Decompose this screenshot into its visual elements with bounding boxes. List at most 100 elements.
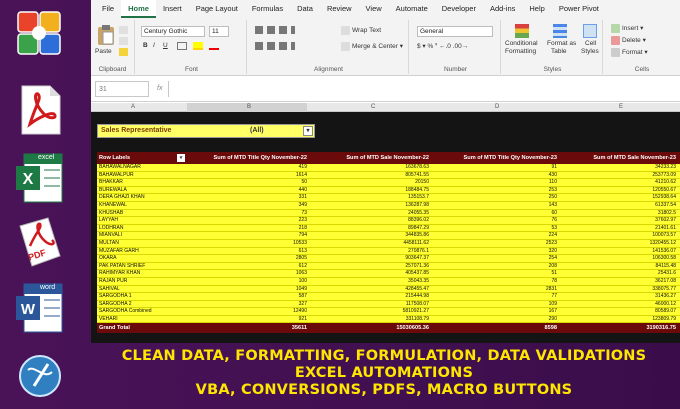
wrap-text-button[interactable]: Wrap Text: [341, 26, 381, 35]
ribbon-tab-power-pivot[interactable]: Power Pivot: [552, 0, 606, 18]
ribbon-tab-view[interactable]: View: [359, 0, 389, 18]
font-size-select[interactable]: 11: [209, 26, 229, 37]
font-color-icon[interactable]: [209, 42, 219, 50]
horizontal-align-icons[interactable]: [255, 42, 295, 50]
formula-input[interactable]: [168, 80, 680, 97]
fx-icon[interactable]: fx: [157, 85, 162, 92]
column-header-d[interactable]: D: [495, 104, 499, 110]
banner-line-1: CLEAN DATA, FORMATTING, FORMULATION, DAT…: [121, 348, 647, 364]
delete-label: Delete: [622, 37, 641, 45]
pivot-row[interactable]: DERA GHAZI KHAN 331 135153.7 250 152938.64: [97, 194, 680, 202]
ribbon-tab-add-ins[interactable]: Add-ins: [483, 0, 522, 18]
name-box[interactable]: 31: [95, 80, 149, 97]
pivot-row[interactable]: RAJAN PUR 100 35043.35 78 36217.08: [97, 277, 680, 286]
paste-icon[interactable]: [97, 24, 115, 46]
format-as-table-button[interactable]: Format as: [547, 40, 576, 47]
column-header-a[interactable]: A: [131, 104, 135, 110]
row-label: BUREWALA: [99, 186, 127, 193]
row-label: KHUSHAB: [99, 209, 124, 216]
borders-icon[interactable]: [177, 42, 187, 50]
cell-styles-button-line2[interactable]: Styles: [581, 48, 599, 55]
italic-button[interactable]: I: [153, 42, 155, 49]
pivot-row[interactable]: BAHAWALPUR 1614 805741.55 430 253773.09: [97, 171, 680, 180]
ribbon-tab-data[interactable]: Data: [290, 0, 320, 18]
grand-total-row[interactable]: Grand Total 35611 15030605.36 8598 3190316.7…: [97, 323, 680, 334]
ribbon-tab-review[interactable]: Review: [320, 0, 359, 18]
format-as-table-button-line2[interactable]: Table: [551, 48, 567, 55]
cut-icon[interactable]: [119, 26, 128, 34]
format-as-table-icon[interactable]: [553, 24, 567, 38]
value-cell: 35611: [291, 325, 307, 332]
pivot-row[interactable]: SARGODHA 2 327 117508.07 109 46000.12: [97, 300, 680, 309]
copy-icon[interactable]: [119, 37, 128, 45]
ribbon-tab-developer[interactable]: Developer: [435, 0, 483, 18]
pivot-row[interactable]: PAK PATAN SHRIEF 612 257071.36 208 84115.48: [97, 262, 680, 271]
conditional-formatting-button-line2[interactable]: Formatting: [505, 48, 536, 55]
ribbon-tab-page-layout[interactable]: Page Layout: [189, 0, 245, 18]
format-button[interactable]: Format ▾: [611, 48, 648, 57]
alignment-label: Alignment: [314, 66, 343, 73]
ribbon-tab-home[interactable]: Home: [121, 0, 156, 18]
pivot-row[interactable]: LODHRAN 218 89847.29 53 21401.61: [97, 224, 680, 233]
value-cell: 21401.61: [655, 224, 676, 231]
value-cell: 331108.79: [405, 315, 429, 322]
ribbon-tab-file[interactable]: File: [95, 0, 121, 18]
underline-button[interactable]: U: [163, 42, 168, 49]
value-cell: 344835.86: [405, 232, 429, 239]
pivot-row[interactable]: BHAKKAR 50 20150 110 41210.62: [97, 179, 680, 187]
report-filter[interactable]: Sales Representative (All) ▾: [97, 124, 315, 138]
value-cell: 36217.08: [655, 277, 676, 284]
pivot-row[interactable]: SARGODHA 1 587 215444.98 77 31436.27: [97, 293, 680, 301]
vertical-align-icons[interactable]: [255, 26, 295, 34]
value-cell: 254: [548, 255, 557, 262]
value-cell: 224: [548, 232, 557, 239]
format-painter-icon[interactable]: [119, 48, 128, 56]
cell-styles-button[interactable]: Cell: [585, 40, 596, 47]
pivot-row[interactable]: RAHIMYAR KHAN 1063 405437.85 51 25431.6: [97, 270, 680, 278]
merge-center-button[interactable]: Merge & Center ▾: [341, 42, 403, 51]
pivot-row[interactable]: MIANVALI 794 344835.86 224 100073.57: [97, 232, 680, 240]
pivot-row[interactable]: OKARA 2805 903647.37 254 106300.58: [97, 255, 680, 263]
value-cell: 2805: [295, 255, 307, 262]
pivot-row[interactable]: VEHARI 921 331108.79 290 123809.79: [97, 315, 680, 324]
cell-styles-icon[interactable]: [583, 24, 597, 38]
row-labels-filter-icon[interactable]: ▾: [177, 154, 185, 162]
ribbon-tab-insert[interactable]: Insert: [156, 0, 189, 18]
column-header-e[interactable]: E: [619, 104, 623, 110]
pivot-header-row[interactable]: Row Labels Sum of MTD Title Qty November-…: [97, 152, 680, 164]
pivot-row[interactable]: KHANEWAL 349 136287.98 143 61337.54: [97, 201, 680, 210]
column-header-c[interactable]: C: [371, 104, 375, 110]
conditional-formatting-icon[interactable]: [515, 24, 529, 38]
font-family-select[interactable]: Century Gothic: [141, 26, 205, 37]
value-cell: 109: [548, 300, 557, 307]
pivot-row[interactable]: MULTAN 10533 4458111.62 2523 1320455.12: [97, 239, 680, 248]
ribbon-tab-help[interactable]: Help: [522, 0, 551, 18]
bold-button[interactable]: B: [143, 42, 148, 49]
excel-window: File Home Insert Page Layout Formulas Data Rev…: [91, 0, 680, 343]
pivot-row[interactable]: KHUSHAB 73 24055.35 60 31802.5: [97, 209, 680, 218]
pivot-row[interactable]: LAYYAH 223 88396.02 76 37602.97: [97, 217, 680, 225]
insert-button[interactable]: Insert ▾: [611, 24, 643, 33]
number-format-icons[interactable]: $ ▾ % ❜ ←.0 .00→: [417, 42, 468, 50]
value-cell: 430: [548, 171, 557, 178]
ribbon-tab-formulas[interactable]: Formulas: [245, 0, 290, 18]
pivot-row[interactable]: SARGODHA Combined 12490 5810921.27 167 80589…: [97, 308, 680, 316]
ribbon-tabs: File Home Insert Page Layout Formulas Data Rev…: [91, 0, 680, 18]
value-cell: 143: [548, 201, 557, 208]
paste-button[interactable]: Paste: [95, 48, 112, 55]
pivot-row[interactable]: MUZAFAR GARH 613 270876.1 320 141536.07: [97, 247, 680, 256]
delete-button[interactable]: Delete ▾: [611, 36, 646, 45]
number-format-select[interactable]: General: [417, 26, 493, 37]
globe-icon: [19, 355, 61, 397]
filter-dropdown-icon[interactable]: ▾: [303, 126, 313, 136]
banner-line-3: VBA, CONVERSIONS, PDFS, MACRO BUTTONS: [195, 382, 573, 398]
value-cell: 290: [548, 315, 557, 322]
fill-color-icon[interactable]: [193, 42, 203, 50]
pivot-row[interactable]: BAHAWALNAGAR 419 163678.63 91 34233.23: [97, 164, 680, 172]
pivot-row[interactable]: BUREWALA 440 188484.75 253 120550.67: [97, 186, 680, 195]
ribbon-tab-automate[interactable]: Automate: [389, 0, 435, 18]
pivot-row[interactable]: SAHIVAL 1049 428455.47 2831 338075.77: [97, 285, 680, 294]
ribbon: Paste Clipboard Century Gothic 11 B I U …: [91, 18, 680, 76]
conditional-formatting-button[interactable]: Conditional: [505, 40, 538, 47]
svg-text:X: X: [23, 171, 34, 188]
